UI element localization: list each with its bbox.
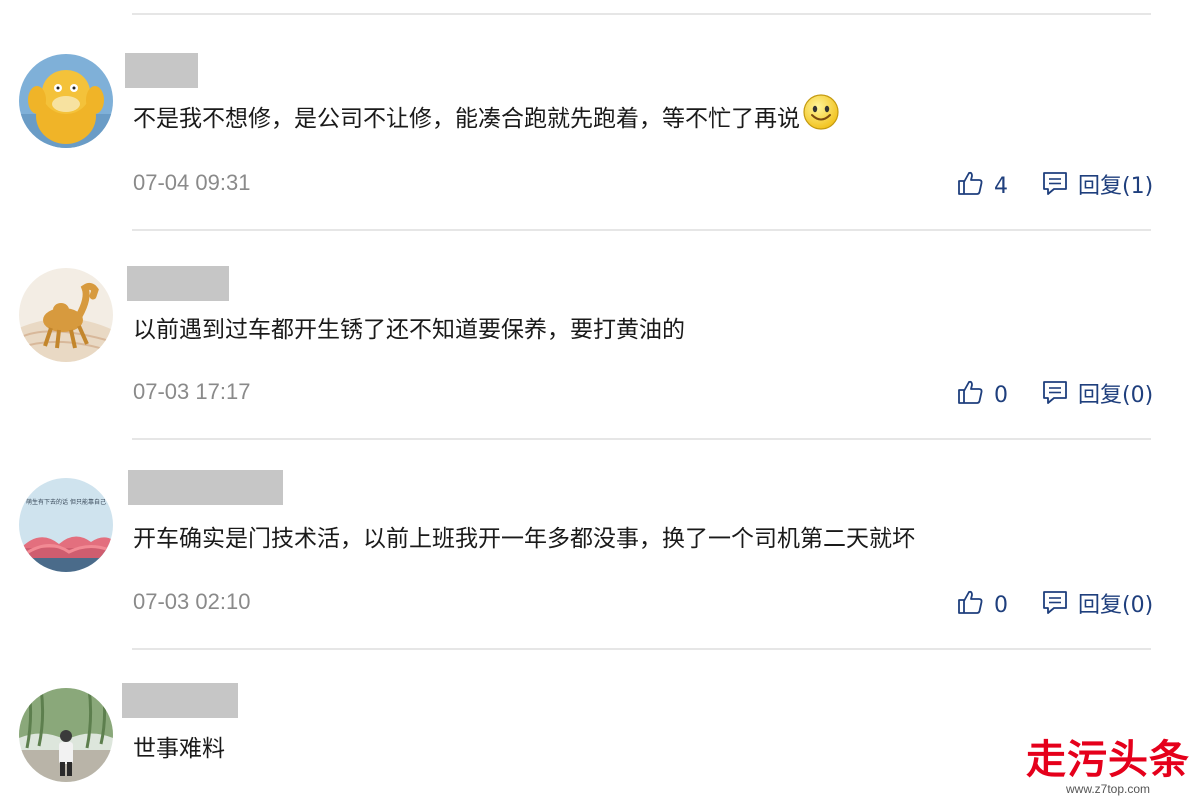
reply-label: 回复(1)	[1078, 174, 1154, 199]
username-redacted	[125, 53, 198, 88]
reply-button[interactable]: 回复(0)	[1042, 588, 1153, 624]
username-redacted	[128, 470, 283, 505]
avatar-caption: 萌生有下去的话 但只能靠自己	[26, 498, 106, 506]
comment-icon	[1042, 169, 1068, 205]
like-button[interactable]: 0	[956, 378, 1008, 414]
like-count: 0	[994, 593, 1008, 618]
comment-text: 世事难料	[133, 736, 225, 762]
comment-time: 07-04 09:31	[133, 170, 251, 195]
reply-button[interactable]: 回复(1)	[1042, 169, 1153, 205]
smile-emoji-icon	[802, 93, 840, 140]
comment-text: 不是我不想修，是公司不让修，能凑合跑就先跑着，等不忙了再说	[133, 94, 840, 140]
username-redacted	[127, 266, 229, 301]
divider	[132, 438, 1151, 440]
username-redacted	[122, 683, 238, 718]
comment-icon	[1042, 378, 1068, 414]
comment-text: 以前遇到过车都开生锈了还不知道要保养，要打黄油的	[133, 317, 685, 343]
reply-button[interactable]: 回复(0)	[1042, 378, 1153, 414]
divider	[132, 648, 1151, 650]
comment-list: 不是我不想修，是公司不让修，能凑合跑就先跑着，等不忙了再说 07-04 09:3…	[0, 0, 1200, 800]
site-watermark: 走污头条 www.z7top.com	[1026, 738, 1190, 796]
like-count: 0	[994, 383, 1008, 408]
like-button[interactable]: 4	[956, 169, 1008, 205]
like-count: 4	[994, 174, 1008, 199]
watermark-url: www.z7top.com	[1065, 782, 1151, 796]
thumbs-up-icon	[956, 588, 984, 624]
avatar[interactable]	[19, 54, 113, 148]
comment-time: 07-03 02:10	[133, 589, 251, 614]
avatar[interactable]: 萌生有下去的话 但只能靠自己	[19, 478, 113, 572]
reply-label: 回复(0)	[1078, 383, 1154, 408]
watermark-title: 走污头条	[1026, 737, 1190, 783]
avatar[interactable]	[19, 268, 113, 362]
avatar[interactable]	[19, 688, 113, 782]
divider	[132, 13, 1151, 15]
thumbs-up-icon	[956, 378, 984, 414]
comment-icon	[1042, 588, 1068, 624]
comment-time: 07-03 17:17	[133, 379, 251, 404]
thumbs-up-icon	[956, 169, 984, 205]
like-button[interactable]: 0	[956, 588, 1008, 624]
comment-text: 开车确实是门技术活，以前上班我开一年多都没事，换了一个司机第二天就坏	[133, 526, 915, 552]
reply-label: 回复(0)	[1078, 593, 1154, 618]
divider	[132, 229, 1151, 231]
